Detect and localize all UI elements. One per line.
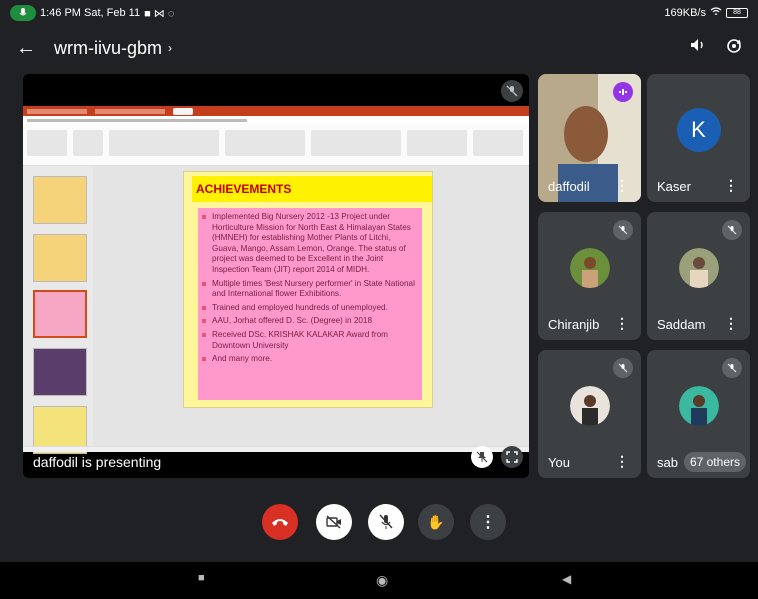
avatar xyxy=(569,248,610,288)
ppt-title-bar xyxy=(23,106,529,116)
camera-off-icon xyxy=(326,515,341,529)
participant-tile-you[interactable]: You ⋮ xyxy=(538,350,641,478)
home-icon[interactable]: ◉ xyxy=(376,572,388,589)
muted-mic-icon xyxy=(613,220,633,240)
more-vert-icon: ⋮ xyxy=(480,514,496,531)
slide-bullet: AAU, Jorhat offered D. Sc. (Degree) in 2… xyxy=(202,316,418,327)
slide-bullet: Implemented Big Nursery 2012 -13 Project… xyxy=(202,212,418,276)
current-slide: ACHIEVEMENTS Implemented Big Nursery 201… xyxy=(183,171,433,408)
participant-name: sab xyxy=(657,455,678,470)
switch-camera-icon[interactable] xyxy=(726,38,742,59)
muted-mic-icon xyxy=(613,358,633,378)
call-controls: ✋ ⋮ xyxy=(0,500,758,546)
back-arrow-icon[interactable]: ← xyxy=(16,37,36,60)
avatar: K xyxy=(676,108,721,152)
meeting-title[interactable]: wrm-iivu-gbm xyxy=(54,38,162,59)
participant-name: Kaser xyxy=(657,179,691,194)
participant-name: daffodil xyxy=(548,179,590,194)
nav-back-icon[interactable]: ◀ xyxy=(562,572,571,586)
ppt-status-bar xyxy=(23,446,529,452)
mic-toggle-button[interactable] xyxy=(368,504,404,540)
participant-tile-others[interactable]: sab 67 others xyxy=(647,350,750,478)
participant-name: Chiranjib xyxy=(548,317,600,332)
participant-tile-saddam[interactable]: Saddam ⋮ xyxy=(647,212,750,340)
pin-off-icon[interactable] xyxy=(471,446,493,468)
camera-toggle-button[interactable] xyxy=(316,504,352,540)
presentation-stage[interactable]: ACHIEVEMENTS Implemented Big Nursery 201… xyxy=(23,74,529,478)
shared-screen: ACHIEVEMENTS Implemented Big Nursery 201… xyxy=(23,106,529,454)
participant-name: You xyxy=(548,455,570,470)
muted-mic-icon xyxy=(722,220,742,240)
recent-apps-icon[interactable]: ■ xyxy=(198,572,205,584)
hand-icon: ✋ xyxy=(427,513,445,530)
chevron-right-icon[interactable]: › xyxy=(168,41,172,55)
wifi-icon xyxy=(710,6,722,20)
end-call-icon xyxy=(272,519,288,526)
muted-mic-icon xyxy=(722,358,742,378)
more-options-icon[interactable]: ⋮ xyxy=(615,315,629,332)
participant-name: Saddam xyxy=(657,317,706,332)
status-bar: 1:46 PM Sat, Feb 11 ■ ⋈ ◌ 169KB/s 88 xyxy=(0,0,758,26)
slide-canvas: ACHIEVEMENTS Implemented Big Nursery 201… xyxy=(93,166,529,448)
slide-bullet: Trained and employed hundreds of unemplo… xyxy=(202,303,418,314)
participant-tile-chiranjib[interactable]: Chiranjib ⋮ xyxy=(538,212,641,340)
slide-bullet: Received DSc. KRISHAK KALAKAR Award from… xyxy=(202,330,418,351)
network-speed: 169KB/s xyxy=(664,7,706,19)
slide-body: Implemented Big Nursery 2012 -13 Project… xyxy=(198,208,422,400)
ppt-ribbon xyxy=(23,124,529,166)
more-options-icon[interactable]: ⋮ xyxy=(615,177,629,194)
muted-mic-icon xyxy=(501,80,523,102)
slide-thumbnails xyxy=(23,166,93,454)
system-nav-bar: ■ ◉ ◀ xyxy=(0,562,758,599)
participant-tile-daffodil[interactable]: daffodil ⋮ xyxy=(538,74,641,202)
meeting-header: ← wrm-iivu-gbm › xyxy=(0,30,758,66)
slide-bullet: Multiple times 'Best Nursery performer' … xyxy=(202,279,418,300)
mic-active-icon[interactable] xyxy=(10,5,36,21)
slide-thumbnail-selected xyxy=(33,290,87,338)
speaker-icon[interactable] xyxy=(690,38,706,59)
status-time: 1:46 PM Sat, Feb 11 xyxy=(40,7,141,19)
slide-bullet: And many more. xyxy=(202,354,418,365)
slide-heading: ACHIEVEMENTS xyxy=(192,176,432,202)
ppt-search-box xyxy=(173,107,193,115)
others-count-badge[interactable]: 67 others xyxy=(683,452,746,472)
more-options-icon[interactable]: ⋮ xyxy=(724,315,738,332)
more-options-icon[interactable]: ⋮ xyxy=(615,453,629,470)
raise-hand-button[interactable]: ✋ xyxy=(418,504,454,540)
slide-thumbnail xyxy=(33,348,87,396)
ppt-ribbon-tabs xyxy=(23,116,529,124)
participant-tile-kaser[interactable]: K Kaser ⋮ xyxy=(647,74,750,202)
avatar xyxy=(678,248,719,288)
battery-icon: 88 xyxy=(726,8,748,18)
more-options-button[interactable]: ⋮ xyxy=(470,504,506,540)
avatar xyxy=(678,386,719,426)
speaking-indicator-icon xyxy=(613,82,633,102)
mic-off-icon xyxy=(379,514,393,529)
presenter-label: daffodil is presenting xyxy=(33,454,162,470)
slide-thumbnail xyxy=(33,176,87,224)
avatar xyxy=(569,386,610,426)
more-options-icon[interactable]: ⋮ xyxy=(724,177,738,194)
end-call-button[interactable] xyxy=(262,504,298,540)
status-indicators: ■ ⋈ ◌ xyxy=(144,7,175,20)
slide-thumbnail xyxy=(33,234,87,282)
fullscreen-icon[interactable] xyxy=(501,446,523,468)
